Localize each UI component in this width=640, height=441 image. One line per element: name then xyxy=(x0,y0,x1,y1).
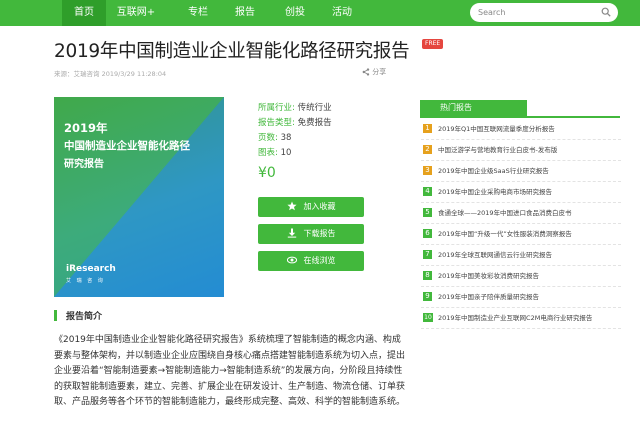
divider xyxy=(421,286,621,287)
hot-report-item[interactable]: 4 2019年中国企业采购电商市场研究报告 xyxy=(421,184,621,203)
download-report-label: 下载报告 xyxy=(303,229,336,238)
hot-report-link[interactable]: 2019年中国美妆彩妆消费研究报告 xyxy=(438,270,539,280)
hot-report-item[interactable]: 6 2019年中国“升级一代”女性服装消费洞察报告 xyxy=(421,226,621,245)
search-box xyxy=(470,3,618,22)
hot-report-item[interactable]: 8 2019年中国美妆彩妆消费研究报告 xyxy=(421,268,621,287)
meta-charts: 图表: 10 xyxy=(258,146,291,158)
rank-badge: 8 xyxy=(423,271,432,280)
nav-item-columns[interactable]: 专栏 xyxy=(178,0,218,26)
hot-report-link[interactable]: 中国泛游学与营地教育行业白皮书-发布版 xyxy=(438,144,557,154)
cover-title-main: 中国制造业企业智能化路径 xyxy=(64,140,190,152)
summary-heading: 报告简介 xyxy=(66,312,103,322)
hot-report-item[interactable]: 5 食通全球——2019年中国进口食品消费白皮书 xyxy=(421,205,621,224)
download-report-button[interactable]: 下载报告 xyxy=(258,224,364,244)
divider xyxy=(421,202,621,203)
meta-charts-label: 图表: xyxy=(258,148,278,158)
nav-item-events[interactable]: 活动 xyxy=(324,0,360,26)
divider xyxy=(421,181,621,182)
search-input[interactable] xyxy=(478,5,596,20)
meta-pages-value: 38 xyxy=(280,133,292,143)
hot-report-link[interactable]: 2019年中国制造业产业互联网C2M电商行业研究报告 xyxy=(438,312,592,322)
hot-report-item[interactable]: 9 2019年中国亲子陪伴质量研究报告 xyxy=(421,289,621,308)
nav-item-internet-plus[interactable]: 互联网+ xyxy=(112,0,160,26)
hot-report-item[interactable]: 2 中国泛游学与营地教育行业白皮书-发布版 xyxy=(421,142,621,161)
rank-badge: 1 xyxy=(423,124,432,133)
divider xyxy=(421,139,621,140)
hot-report-link[interactable]: 2019年全球互联网通信云行业研究报告 xyxy=(438,249,552,259)
free-badge: FREE xyxy=(422,39,444,49)
cover-title-year: 2019年 xyxy=(64,121,108,135)
divider xyxy=(421,223,621,224)
meta-type: 报告类型: 免费报告 xyxy=(258,116,332,128)
divider xyxy=(421,244,621,245)
share-icon xyxy=(362,68,370,76)
rank-badge: 7 xyxy=(423,250,432,259)
meta-type-value: 免费报告 xyxy=(297,118,332,128)
download-icon xyxy=(287,228,296,238)
report-cover-image: 2019年 中国制造业企业智能化路径 研究报告 iResearch 艾 瑞 咨 … xyxy=(54,97,224,297)
nav-item-venture[interactable]: 创投 xyxy=(277,0,313,26)
iresearch-logo: iResearch xyxy=(66,264,116,274)
divider xyxy=(421,265,621,266)
meta-industry: 所属行业: 传统行业 xyxy=(258,101,332,113)
rank-badge: 3 xyxy=(423,166,432,175)
hot-report-item[interactable]: 10 2019年中国制造业产业互联网C2M电商行业研究报告 xyxy=(421,310,621,329)
hot-reports-title: 热门报告 xyxy=(420,100,527,116)
add-favorite-label: 加入收藏 xyxy=(303,202,336,211)
meta-charts-value: 10 xyxy=(280,148,292,158)
star-icon xyxy=(286,201,297,210)
rank-badge: 10 xyxy=(423,313,433,322)
meta-industry-value: 传统行业 xyxy=(297,103,332,113)
hot-report-link[interactable]: 2019年中国企业采购电商市场研究报告 xyxy=(438,186,552,196)
price: ¥0 xyxy=(258,165,276,181)
meta-pages: 页数: 38 xyxy=(258,131,291,143)
hot-report-link[interactable]: 2019年中国亲子陪伴质量研究报告 xyxy=(438,291,539,301)
meta-industry-label: 所属行业: xyxy=(258,103,295,113)
rank-badge: 4 xyxy=(423,187,432,196)
add-favorite-button[interactable]: 加入收藏 xyxy=(258,197,364,217)
summary-accent-bar xyxy=(54,310,57,321)
iresearch-logo-subtitle: 艾 瑞 咨 询 xyxy=(66,278,105,284)
eye-icon xyxy=(286,256,297,263)
summary-text: 《2019年中国制造业企业智能化路径研究报告》系统梳理了智能制造的概念内涵、构成… xyxy=(54,335,406,408)
share-button[interactable]: 分享 xyxy=(362,67,386,77)
share-label: 分享 xyxy=(372,68,387,76)
rank-badge: 9 xyxy=(423,292,432,301)
rank-badge: 6 xyxy=(423,229,432,238)
search-icon[interactable] xyxy=(601,7,611,17)
divider xyxy=(421,307,621,308)
rank-badge: 5 xyxy=(423,208,432,217)
divider xyxy=(421,328,621,329)
meta-pages-label: 页数: xyxy=(258,133,278,143)
hot-reports-header: 热门报告 xyxy=(420,100,620,118)
hot-report-link[interactable]: 2019年Q1中国互联网流量季度分析报告 xyxy=(438,123,555,133)
page-title: 2019年中国制造业企业智能化路径研究报告 xyxy=(54,41,410,62)
hot-report-item[interactable]: 7 2019年全球互联网通信云行业研究报告 xyxy=(421,247,621,266)
source-date: 来源：艾瑞咨询 2019/3/29 11:28:04 xyxy=(54,70,167,78)
hot-report-link[interactable]: 食通全球——2019年中国进口食品消费白皮书 xyxy=(438,207,572,217)
cover-title-sub: 研究报告 xyxy=(64,159,104,170)
top-navigation-bar: 首页 互联网+ 专栏 报告 创投 活动 xyxy=(0,0,640,26)
divider xyxy=(421,160,621,161)
meta-type-label: 报告类型: xyxy=(258,118,295,128)
hot-report-item[interactable]: 1 2019年Q1中国互联网流量季度分析报告 xyxy=(421,121,621,140)
nav-item-reports[interactable]: 报告 xyxy=(227,0,263,26)
hot-report-link[interactable]: 2019年中国企业级SaaS行业研究报告 xyxy=(438,165,549,175)
nav-item-home[interactable]: 首页 xyxy=(62,0,106,26)
hot-report-item[interactable]: 3 2019年中国企业级SaaS行业研究报告 xyxy=(421,163,621,182)
rank-badge: 2 xyxy=(423,145,432,154)
hot-report-link[interactable]: 2019年中国“升级一代”女性服装消费洞察报告 xyxy=(438,228,572,238)
online-view-label: 在线浏览 xyxy=(303,256,336,265)
online-view-button[interactable]: 在线浏览 xyxy=(258,251,364,271)
